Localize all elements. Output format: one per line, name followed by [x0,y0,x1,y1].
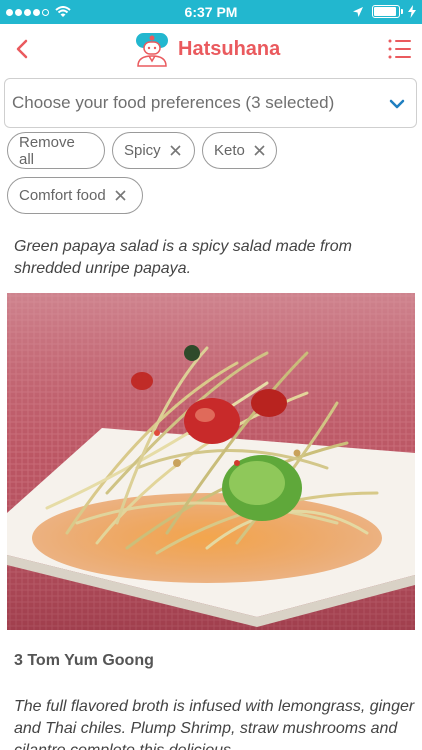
chip-label: Comfort food [19,187,106,204]
battery-fill [374,7,396,16]
food-preferences-select[interactable]: Choose your food preferences (3 selected… [4,78,417,128]
dish-photo [7,293,415,630]
chip-comfort-food[interactable]: Comfort food [7,177,143,214]
battery-icon [372,5,403,18]
chip-label: Spicy [124,142,161,159]
status-bar: 6:37 PM [0,0,422,24]
remove-chip-icon[interactable] [170,145,181,156]
menu-list-icon[interactable] [386,36,414,62]
remove-chip-icon[interactable] [115,190,126,201]
dish-title: 3 Tom Yum Goong [14,652,154,669]
brand: Hatsuhana [134,30,280,68]
chef-logo-icon [136,33,168,67]
remove-chip-icon[interactable] [254,145,265,156]
charging-bolt-icon [408,5,416,18]
status-right [352,5,416,18]
remove-all-chip[interactable]: Remove all [7,132,105,169]
location-arrow-icon [353,6,363,17]
back-chevron-icon[interactable] [8,34,38,64]
dish-description: Green papaya salad is a spicy salad made… [14,238,352,277]
chip-spicy[interactable]: Spicy [112,132,195,169]
dish-description: The full flavored broth is infused with … [14,698,415,750]
select-placeholder: Choose your food preferences (3 selected… [12,93,335,112]
chip-label: Keto [214,142,245,159]
chip-keto[interactable]: Keto [202,132,277,169]
chevron-down-icon [389,99,405,109]
chip-label: Remove all [19,133,75,168]
app-title: Hatsuhana [178,37,281,60]
nav-bar: Hatsuhana [0,24,422,74]
